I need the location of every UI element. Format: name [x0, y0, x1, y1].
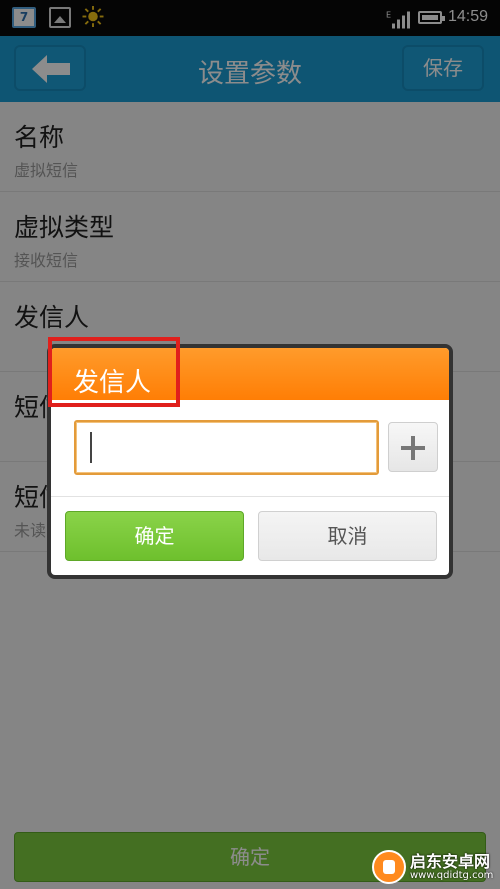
watermark-logo-icon	[372, 850, 406, 884]
add-contact-button[interactable]	[388, 422, 438, 472]
watermark-name: 启东安卓网	[410, 852, 491, 871]
dialog-divider	[51, 496, 449, 497]
watermark: 启东安卓网 www.qdidtg.com	[364, 842, 500, 889]
sender-input[interactable]	[74, 420, 379, 475]
dialog-confirm-button[interactable]: 确定	[65, 511, 244, 561]
dialog-cancel-button[interactable]: 取消	[258, 511, 437, 561]
highlight-box	[48, 337, 180, 407]
text-cursor	[90, 432, 92, 463]
watermark-url: www.qdidtg.com	[410, 870, 494, 881]
